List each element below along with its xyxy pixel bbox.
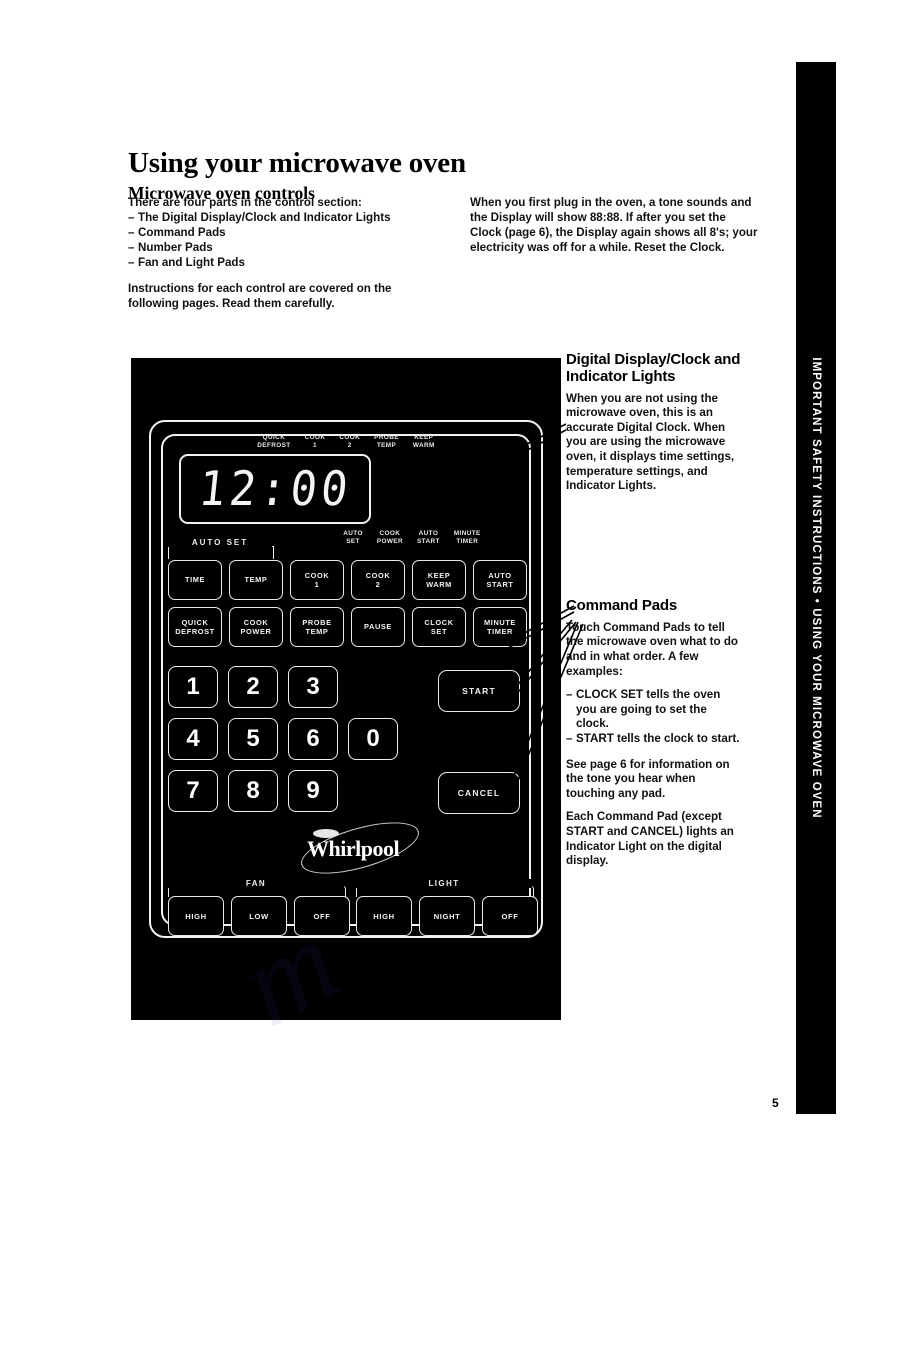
light-pads: HIGH NIGHT OFF bbox=[356, 896, 538, 936]
document-page: IMPORTANT SAFETY INSTRUCTIONS • USING YO… bbox=[0, 0, 918, 1188]
brand-logo: Whirlpool bbox=[291, 811, 431, 885]
dash: – bbox=[566, 688, 573, 702]
light-off-button[interactable]: OFF bbox=[482, 896, 538, 936]
number-pad-6[interactable]: 6 bbox=[288, 718, 338, 760]
digital-display: 12:00 bbox=[179, 454, 371, 524]
list-item: – The Digital Display/Clock and Indicator… bbox=[128, 210, 418, 225]
pad-cook-power[interactable]: COOK POWER bbox=[229, 607, 283, 647]
annotation-body-1: Touch Command Pads to tell the microwave… bbox=[566, 620, 739, 678]
number-pad-row-2: 4 5 6 0 bbox=[168, 718, 398, 760]
indicator-auto-set: AUTO SET bbox=[343, 530, 363, 545]
closing-text: Instructions for each control are covere… bbox=[128, 282, 392, 311]
section-tab: IMPORTANT SAFETY INSTRUCTIONS • USING YO… bbox=[796, 62, 836, 1114]
parts-list: – The Digital Display/Clock and Indicator… bbox=[128, 210, 418, 270]
list-item: – START tells the clock to start. bbox=[566, 732, 742, 747]
pad-minute-timer[interactable]: MINUTE TIMER bbox=[473, 607, 527, 647]
pad-cook-2[interactable]: COOK 2 bbox=[351, 560, 405, 600]
dash: – bbox=[566, 731, 573, 745]
indicator-lights-bottom: AUTO SET COOK POWER AUTO START MINUTE TI… bbox=[309, 530, 515, 546]
annotation-heading: Command Pads bbox=[566, 597, 677, 614]
fan-low-button[interactable]: LOW bbox=[231, 896, 287, 936]
indicator-keep-warm: KEEP WARM bbox=[412, 434, 435, 449]
number-pads: 1 2 3 4 5 6 0 7 8 9 bbox=[168, 666, 398, 822]
light-high-button[interactable]: HIGH bbox=[356, 896, 412, 936]
number-pad-5[interactable]: 5 bbox=[228, 718, 278, 760]
number-pad-9[interactable]: 9 bbox=[288, 770, 338, 812]
number-pad-0[interactable]: 0 bbox=[348, 718, 398, 760]
indicator-lights-top: QUICK DEFROST COOK 1 COOK 2 PROBE TEMP K… bbox=[241, 434, 451, 450]
list-item: – Command Pads bbox=[128, 225, 418, 240]
section-tab-label: IMPORTANT SAFETY INSTRUCTIONS • USING YO… bbox=[810, 357, 822, 819]
annotation-heading: Digital Display/Clock and Indicator Ligh… bbox=[566, 351, 741, 385]
number-pad-1[interactable]: 1 bbox=[168, 666, 218, 708]
number-pad-2[interactable]: 2 bbox=[228, 666, 278, 708]
page-title: Using your microwave oven bbox=[128, 147, 466, 180]
annotation-digital-display: Digital Display/Clock and Indicator Ligh… bbox=[566, 351, 742, 503]
pad-cook-1[interactable]: COOK 1 bbox=[290, 560, 344, 600]
fan-group-label: FAN bbox=[168, 879, 344, 888]
list-item: – CLOCK SET tells the oven you are going … bbox=[566, 688, 742, 732]
list-item-label: Number Pads bbox=[138, 241, 213, 255]
indicator-quick-defrost: QUICK DEFROST bbox=[257, 434, 291, 449]
indicator-minute-timer: MINUTE TIMER bbox=[453, 530, 481, 545]
list-item-label: Fan and Light Pads bbox=[138, 256, 245, 270]
auto-set-bracket bbox=[168, 546, 274, 559]
dash: – bbox=[128, 226, 135, 240]
cancel-button[interactable]: CANCEL bbox=[438, 772, 520, 814]
dash: – bbox=[128, 241, 135, 255]
plug-in-note: When you first plug in the oven, a tone … bbox=[470, 196, 758, 255]
dash: – bbox=[128, 211, 135, 225]
number-pad-3[interactable]: 3 bbox=[288, 666, 338, 708]
intro-column: There are four parts in the control sect… bbox=[128, 195, 418, 311]
annotation-examples: – CLOCK SET tells the oven you are going … bbox=[566, 688, 742, 746]
number-pad-4[interactable]: 4 bbox=[168, 718, 218, 760]
light-night-button[interactable]: NIGHT bbox=[419, 896, 475, 936]
number-pad-7[interactable]: 7 bbox=[168, 770, 218, 812]
indicator-auto-start: AUTO START bbox=[417, 530, 440, 545]
dash: – bbox=[128, 256, 135, 270]
fan-pads: HIGH LOW OFF bbox=[168, 896, 350, 936]
pad-time[interactable]: TIME bbox=[168, 560, 222, 600]
pad-keep-warm[interactable]: KEEP WARM bbox=[412, 560, 466, 600]
number-pad-row-1: 1 2 3 bbox=[168, 666, 398, 708]
indicator-cook-power: COOK POWER bbox=[376, 530, 403, 545]
annotation-body-3: Each Command Pad (except START and CANCE… bbox=[566, 810, 734, 868]
pad-temp[interactable]: TEMP bbox=[229, 560, 283, 600]
list-item: – Number Pads bbox=[128, 240, 418, 255]
number-pad-8[interactable]: 8 bbox=[228, 770, 278, 812]
annotation-body: When you are not using the microwave ove… bbox=[566, 391, 735, 493]
list-item-label: CLOCK SET tells the oven you are going t… bbox=[576, 688, 721, 731]
brand-wordmark: Whirlpool bbox=[307, 836, 400, 861]
list-item-label: Command Pads bbox=[138, 226, 226, 240]
fan-high-button[interactable]: HIGH bbox=[168, 896, 224, 936]
indicator-probe-temp: PROBE TEMP bbox=[374, 434, 399, 449]
light-group-label: LIGHT bbox=[356, 879, 532, 888]
list-item: – Fan and Light Pads bbox=[128, 255, 418, 270]
pad-pause[interactable]: PAUSE bbox=[351, 607, 405, 647]
indicator-cook-1: COOK 1 bbox=[304, 434, 326, 449]
pad-quick-defrost[interactable]: QUICK DEFROST bbox=[168, 607, 222, 647]
number-pad-row-3: 7 8 9 bbox=[168, 770, 398, 812]
annotation-command-pads: Command Pads Touch Command Pads to tell … bbox=[566, 597, 742, 878]
pad-auto-start[interactable]: AUTO START bbox=[473, 560, 527, 600]
control-panel-illustration: m QUICK DEFROST COOK 1 COOK 2 PROBE TEMP… bbox=[131, 358, 561, 1051]
fan-off-button[interactable]: OFF bbox=[294, 896, 350, 936]
command-pad-row-1: TIME TEMP COOK 1 COOK 2 KEEP WARM AUTO S… bbox=[168, 560, 527, 600]
command-pad-row-2: QUICK DEFROST COOK POWER PROBE TEMP PAUS… bbox=[168, 607, 527, 647]
annotation-body-2: See page 6 for information on the tone y… bbox=[566, 757, 730, 800]
pad-clock-set[interactable]: CLOCK SET bbox=[412, 607, 466, 647]
start-button[interactable]: START bbox=[438, 670, 520, 712]
pad-probe-temp[interactable]: PROBE TEMP bbox=[290, 607, 344, 647]
indicator-cook-2: COOK 2 bbox=[339, 434, 361, 449]
intro-text: There are four parts in the control sect… bbox=[128, 196, 362, 209]
auto-set-label: AUTO SET bbox=[168, 538, 272, 547]
list-item-label: The Digital Display/Clock and Indicator … bbox=[138, 211, 391, 225]
page-number: 5 bbox=[772, 1096, 779, 1110]
digital-display-value: 12:00 bbox=[195, 461, 355, 517]
list-item-label: START tells the clock to start. bbox=[576, 731, 740, 745]
